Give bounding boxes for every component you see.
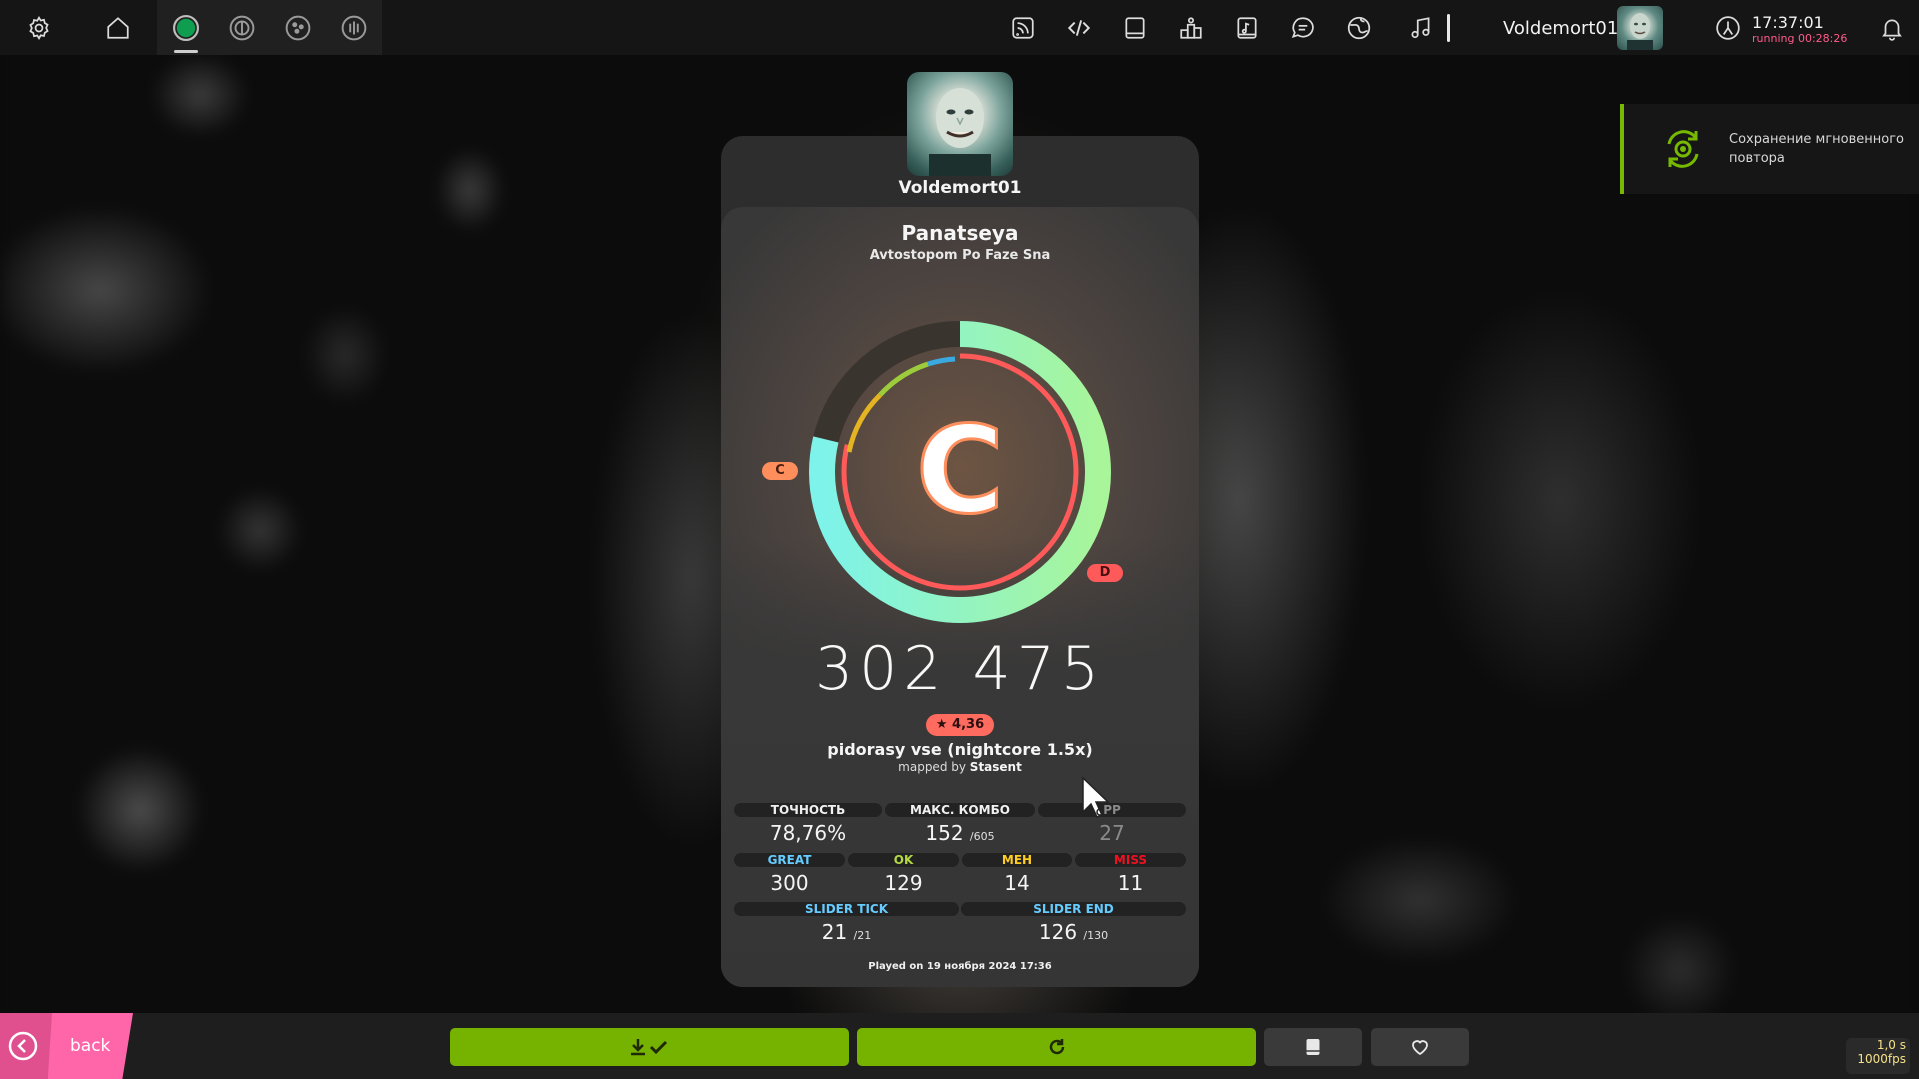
ok-count: 129 xyxy=(884,871,923,895)
retry-button[interactable] xyxy=(857,1028,1256,1066)
miss-count: 11 xyxy=(1117,871,1144,895)
replay-save-icon xyxy=(1667,130,1699,168)
back-arrow-icon xyxy=(8,1031,38,1061)
meh-label: MEH xyxy=(962,853,1072,867)
clock-time: 17:37:01 xyxy=(1752,13,1824,32)
catch-ruleset-icon[interactable] xyxy=(280,10,316,46)
active-ruleset-indicator xyxy=(174,50,198,53)
slider-end-label: SLIDER END xyxy=(961,902,1186,916)
fps-value: 1000fps xyxy=(1857,1052,1906,1066)
total-score: 302 475 xyxy=(814,634,1106,704)
toolbar-avatar[interactable] xyxy=(1617,6,1663,50)
beatmap-listing-icon[interactable] xyxy=(1229,10,1265,46)
retry-icon xyxy=(1049,1039,1064,1055)
great-count: 300 xyxy=(770,871,809,895)
chat-icon[interactable] xyxy=(1285,10,1321,46)
mouse-cursor-icon xyxy=(1082,776,1110,818)
instant-replay-notification[interactable]: Сохранение мгновенного повтора xyxy=(1620,104,1919,194)
book-icon[interactable] xyxy=(1117,10,1153,46)
frame-time: 1,0 s xyxy=(1876,1038,1906,1052)
globe-icon[interactable] xyxy=(1341,10,1377,46)
beatmap-title: Panatseya xyxy=(901,221,1019,245)
gear-icon[interactable] xyxy=(21,10,57,46)
rank-marker-c: C xyxy=(762,462,798,480)
slider-end-total: /130 xyxy=(1083,929,1109,942)
max-combo-label: МАКС. КОМБО xyxy=(885,803,1035,817)
star-rating-badge: ★ 4,36 xyxy=(926,714,994,736)
great-label: GREAT xyxy=(734,853,845,867)
heart-icon xyxy=(1412,1040,1428,1055)
slider-tick-value: 21 /21 xyxy=(734,920,959,944)
home-icon[interactable] xyxy=(100,10,136,46)
notification-text: Сохранение мгновенного повтора xyxy=(1729,132,1905,166)
download-replay-button[interactable] xyxy=(450,1028,849,1066)
osu-ruleset-icon[interactable] xyxy=(168,10,204,46)
beatmap-artist: Avtostopom Po Faze Sna xyxy=(869,248,1051,263)
ranking-icon[interactable] xyxy=(1173,10,1209,46)
player-avatar[interactable] xyxy=(907,72,1013,176)
judgement-arc-great xyxy=(927,356,956,367)
rss-icon[interactable] xyxy=(1005,10,1041,46)
back-label[interactable]: back xyxy=(70,1036,110,1056)
slider-tick-label: SLIDER TICK xyxy=(734,902,959,916)
download-done-icon xyxy=(630,1039,667,1056)
player-name: Voldemort01 xyxy=(898,178,1022,198)
clock-running-time: running 00:28:26 xyxy=(1752,32,1848,45)
clock-icon[interactable] xyxy=(1710,10,1746,46)
bell-icon[interactable] xyxy=(1874,10,1910,46)
accuracy-value: 78,76% xyxy=(769,821,847,845)
pp-value: 27 xyxy=(1099,821,1125,845)
accuracy-label: ТОЧНОСТЬ xyxy=(734,803,882,817)
slider-end-value: 126 /130 xyxy=(961,920,1186,944)
music-icon[interactable] xyxy=(1403,10,1439,46)
favourite-button[interactable] xyxy=(1371,1028,1469,1066)
beatmap-info-button[interactable] xyxy=(1264,1028,1362,1066)
rank-letter: C xyxy=(916,402,1004,541)
slider-tick-count: 21 xyxy=(821,920,848,944)
accuracy-ring: C xyxy=(809,321,1111,623)
max-combo-count: 152 xyxy=(925,821,964,845)
mapper-name: Stasent xyxy=(969,760,1022,774)
played-on-date: Played on 19 ноября 2024 17:36 xyxy=(868,961,1052,972)
code-icon[interactable] xyxy=(1061,10,1097,46)
difficulty-name: pidorasy vse (nightcore 1.5x) xyxy=(827,740,1093,759)
max-combo-value: 152 /605 xyxy=(885,821,1035,845)
meh-count: 14 xyxy=(1004,871,1030,895)
miss-label: MISS xyxy=(1075,853,1186,867)
mapped-by: mapped by Stasent xyxy=(721,760,1199,774)
toolbar-divider xyxy=(1447,14,1450,42)
taiko-ruleset-icon[interactable] xyxy=(224,10,260,46)
rank-marker-d: D xyxy=(1087,564,1123,582)
fps-counter: 1,0 s 1000fps xyxy=(1846,1038,1910,1074)
slider-end-count: 126 xyxy=(1038,920,1078,944)
mania-ruleset-icon[interactable] xyxy=(336,10,372,46)
max-combo-total: /605 xyxy=(969,830,995,843)
toolbar-username[interactable]: Voldemort01 xyxy=(1503,18,1618,39)
ok-label: OK xyxy=(848,853,959,867)
mapped-by-prefix: mapped by xyxy=(898,760,966,774)
book-icon xyxy=(1306,1039,1320,1055)
slider-tick-total: /21 xyxy=(853,929,872,942)
